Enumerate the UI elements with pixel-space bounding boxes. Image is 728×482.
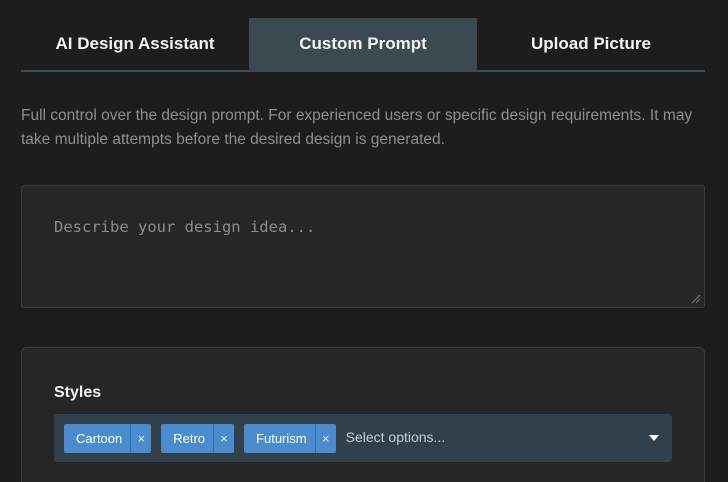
prompt-container: [21, 185, 705, 308]
styles-panel: Styles Cartoon × Retro × Futurism × Sele…: [21, 347, 705, 482]
style-chip-retro: Retro ×: [161, 423, 235, 453]
style-chip-cartoon: Cartoon ×: [64, 423, 152, 453]
tab-custom-prompt[interactable]: Custom Prompt: [249, 18, 477, 70]
style-chip-futurism: Futurism ×: [244, 423, 336, 453]
tab-ai-design-assistant[interactable]: AI Design Assistant: [21, 18, 249, 70]
chip-label: Futurism: [256, 430, 307, 446]
chip-label: Retro: [173, 430, 206, 446]
chip-label: Cartoon: [76, 430, 123, 446]
design-prompt-textarea[interactable]: [22, 186, 704, 307]
styles-search-placeholder[interactable]: Select options...: [346, 429, 649, 445]
styles-label: Styles: [54, 384, 102, 401]
resize-grip-icon[interactable]: [691, 294, 701, 304]
close-icon[interactable]: ×: [213, 423, 234, 453]
tab-bar: AI Design Assistant Custom Prompt Upload…: [21, 18, 705, 72]
close-icon[interactable]: ×: [314, 423, 336, 453]
custom-prompt-description: Full control over the design prompt. For…: [21, 107, 693, 148]
styles-multiselect[interactable]: Cartoon × Retro × Futurism × Select opti…: [54, 414, 672, 462]
tab-upload-picture[interactable]: Upload Picture: [477, 18, 705, 70]
close-icon[interactable]: ×: [130, 423, 151, 453]
chevron-down-icon[interactable]: [649, 435, 659, 441]
